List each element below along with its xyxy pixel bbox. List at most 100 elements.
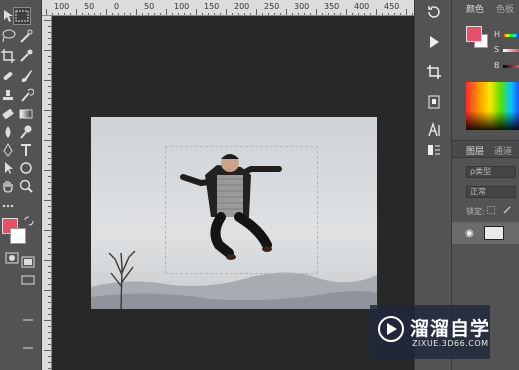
ruler-tick — [48, 212, 51, 213]
pen-icon[interactable] — [0, 142, 16, 158]
ruler-tick — [44, 260, 51, 261]
lock-pixels-icon[interactable] — [486, 205, 496, 215]
extra-tool-3-icon[interactable] — [20, 340, 36, 356]
lasso-tool-icon[interactable] — [0, 28, 16, 44]
marquee-tool-icon[interactable] — [13, 7, 31, 25]
ruler-tick — [48, 344, 51, 345]
ruler-label: 50 — [84, 2, 95, 11]
ruler-tick — [76, 9, 77, 15]
ruler-tick — [44, 140, 51, 141]
ruler-tick — [48, 242, 51, 243]
blur-icon[interactable] — [0, 124, 16, 140]
shape-icon[interactable] — [18, 160, 34, 176]
ruler-label: 450 — [384, 2, 400, 11]
move-tool-icon[interactable] — [0, 8, 16, 24]
ruler-tick — [48, 176, 51, 177]
ruler-tick — [48, 134, 51, 135]
ruler-tick — [48, 116, 51, 117]
ruler-tick — [48, 224, 51, 225]
history-brush-icon[interactable] — [18, 88, 34, 104]
quick-mask-icon[interactable] — [4, 250, 20, 266]
photoshop-window: 100 50 0 50 100 150 200 250 300 350 400 … — [0, 0, 519, 370]
ruler-label: 100 — [174, 2, 190, 11]
libraries-icon[interactable] — [426, 94, 442, 110]
ruler-tick — [48, 32, 51, 33]
ruler-tick — [48, 284, 51, 285]
lock-label: 锁定: — [466, 207, 485, 216]
character-icon[interactable] — [426, 122, 442, 138]
more-tools-icon[interactable] — [0, 198, 16, 214]
ruler-tick — [48, 74, 51, 75]
ruler-tick — [48, 62, 51, 63]
eraser-icon[interactable] — [0, 106, 16, 122]
swap-colors-icon[interactable] — [22, 214, 38, 230]
history-panel-icon[interactable] — [426, 4, 442, 20]
ruler-tick — [48, 218, 51, 219]
hand-icon[interactable] — [0, 178, 16, 194]
play-icon[interactable] — [426, 34, 442, 50]
eyedropper-icon[interactable] — [18, 48, 34, 64]
tools-panel — [0, 0, 42, 370]
tab-layers[interactable]: 图层 — [466, 144, 484, 157]
path-select-icon[interactable] — [0, 160, 16, 176]
ruler-tick — [196, 9, 197, 15]
layer-filter-field[interactable]: ρ类型 — [466, 166, 516, 178]
ruler-tick — [44, 290, 51, 291]
saturation-slider[interactable] — [503, 49, 519, 52]
brightness-slider[interactable] — [503, 65, 519, 68]
ruler-tick — [48, 272, 51, 273]
healing-icon[interactable] — [0, 68, 16, 84]
ruler-tick — [44, 200, 51, 201]
ruler-tick — [48, 56, 51, 57]
ruler-tick — [48, 128, 51, 129]
ruler-tick — [44, 20, 51, 21]
gradient-icon[interactable] — [18, 106, 34, 122]
screen-mode-icon[interactable] — [20, 254, 36, 270]
dodge-icon[interactable] — [18, 124, 34, 140]
ruler-tick — [48, 158, 51, 159]
watermark-logo-icon — [378, 316, 404, 342]
slider-label-s: S — [494, 45, 500, 54]
panel-foreground-swatch[interactable] — [466, 26, 482, 42]
stamp-icon[interactable] — [0, 88, 16, 104]
ruler-tick — [48, 368, 51, 369]
zoom-icon[interactable] — [18, 178, 34, 194]
tab-swatches[interactable]: 色板 — [496, 2, 514, 15]
blend-mode-select[interactable]: 正常 — [466, 186, 516, 198]
ruler-tick — [44, 320, 51, 321]
layer-thumbnail[interactable] — [484, 226, 504, 240]
type-icon[interactable] — [18, 142, 34, 158]
paragraph-icon[interactable] — [426, 142, 442, 158]
ruler-label: 300 — [294, 2, 310, 11]
ruler-tick — [48, 254, 51, 255]
lock-brush-icon[interactable] — [502, 205, 512, 215]
brush-icon[interactable] — [18, 68, 34, 84]
tab-channels[interactable]: 通道 — [494, 144, 512, 157]
ruler-tick — [44, 230, 51, 231]
extra-tool-icon[interactable] — [20, 272, 36, 288]
extra-tool-2-icon[interactable] — [20, 312, 36, 328]
ruler-tick — [48, 278, 51, 279]
ruler-tick — [48, 122, 51, 123]
ruler-tick — [48, 44, 51, 45]
visibility-eye-icon[interactable]: ◉ — [465, 228, 474, 239]
ruler-tick — [48, 236, 51, 237]
ruler-tick — [48, 362, 51, 363]
color-spectrum[interactable] — [466, 82, 519, 130]
ruler-tick — [48, 332, 51, 333]
watermark-url: ZIXUE.3D66.COM — [412, 339, 489, 348]
crop-icon[interactable] — [0, 48, 16, 64]
ruler-tick — [48, 152, 51, 153]
hue-slider[interactable] — [503, 34, 519, 37]
background-color-swatch[interactable] — [10, 228, 26, 244]
ruler-tick — [106, 9, 107, 15]
ruler-tick — [166, 9, 167, 15]
slider-label-b: B — [494, 61, 500, 70]
crop-panel-icon[interactable] — [426, 64, 442, 80]
tab-color[interactable]: 颜色 — [466, 2, 484, 15]
ruler-tick — [406, 9, 407, 15]
ruler-tick — [48, 104, 51, 105]
quick-select-icon[interactable] — [18, 28, 34, 44]
selection-marquee[interactable] — [165, 146, 318, 274]
ruler-tick — [346, 9, 347, 15]
